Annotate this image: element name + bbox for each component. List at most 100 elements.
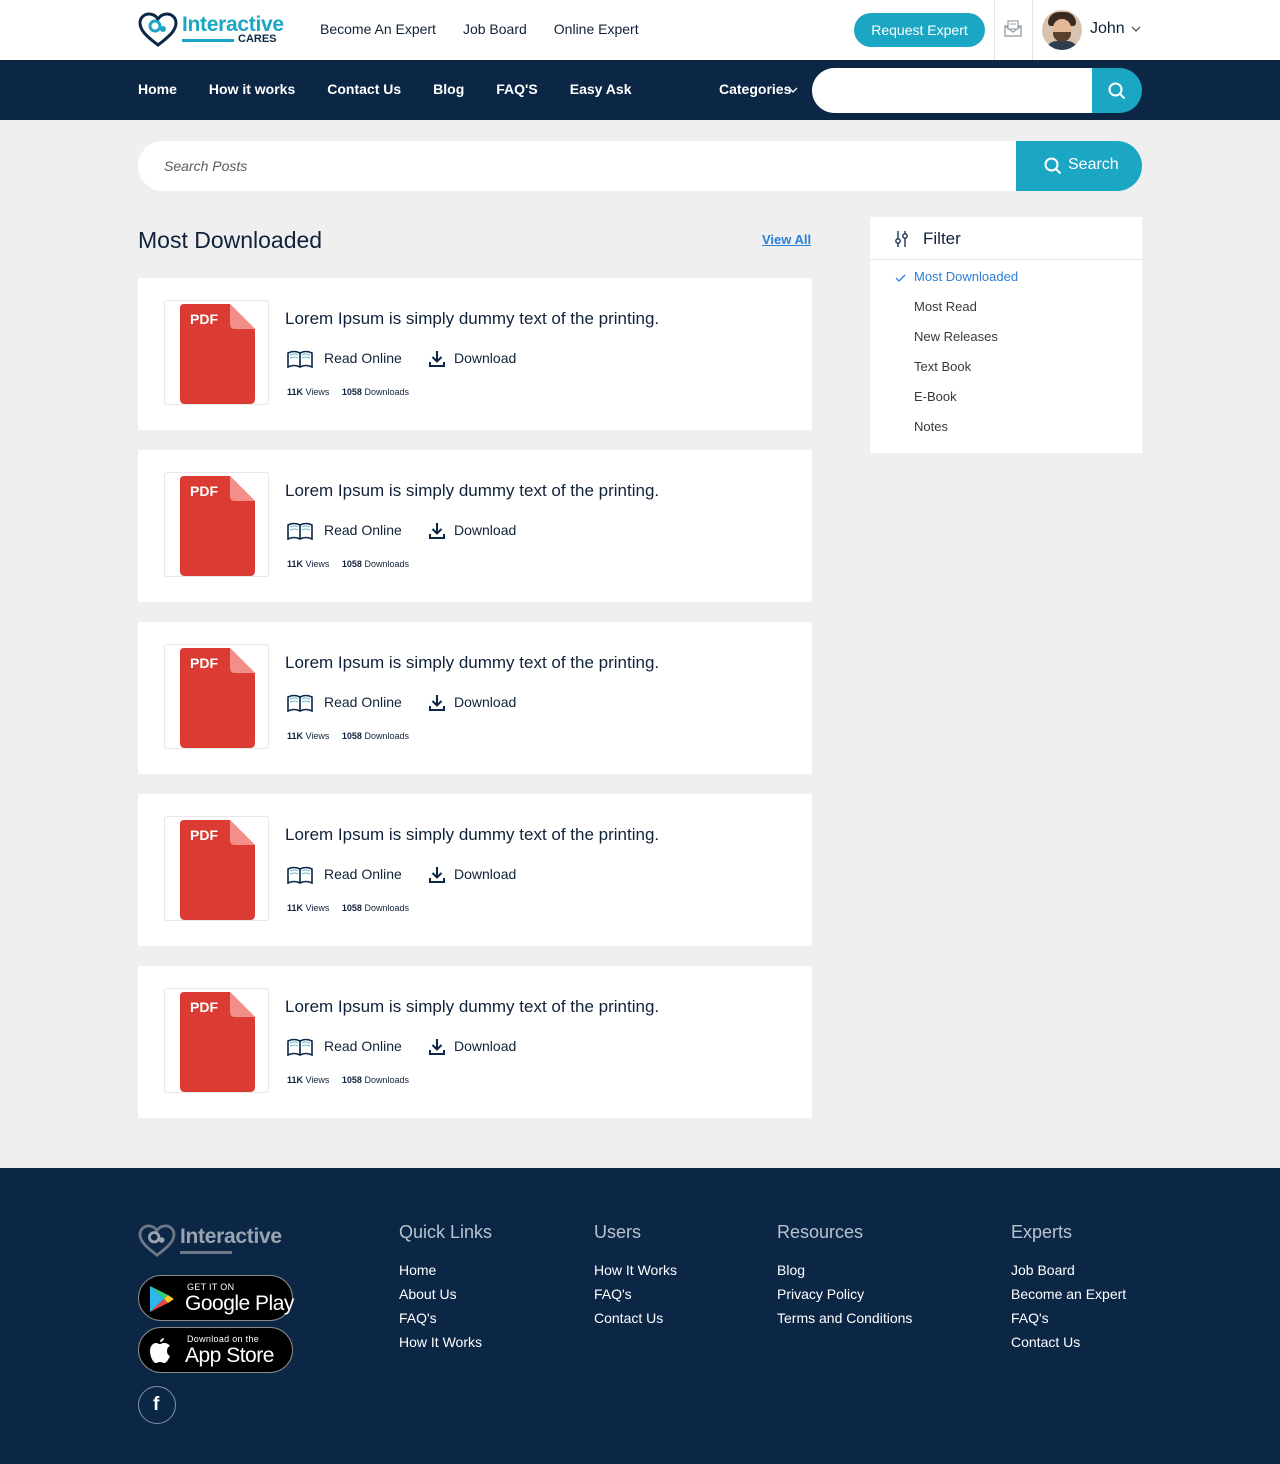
heart-logo-icon (138, 12, 178, 47)
filter-option-notes[interactable]: Notes (914, 419, 948, 434)
document-title[interactable]: Lorem Ipsum is simply dummy text of the … (285, 309, 659, 329)
app-store-button[interactable]: Download on the App Store (138, 1327, 293, 1373)
google-play-big: Google Play (185, 1292, 294, 1315)
download-button[interactable]: Download (454, 522, 516, 538)
nav-easy-ask[interactable]: Easy Ask (570, 81, 632, 97)
footer-link-blog[interactable]: Blog (777, 1258, 912, 1282)
footer-link-contact-us[interactable]: Contact Us (1011, 1330, 1126, 1354)
view-all-link[interactable]: View All (762, 232, 811, 247)
footer-link-how-it-works[interactable]: How It Works (594, 1258, 677, 1282)
filter-option-new-releases[interactable]: New Releases (914, 329, 998, 344)
svg-text:PDF: PDF (190, 827, 218, 843)
views-count: 11K (287, 1075, 304, 1085)
footer-link-contact-us[interactable]: Contact Us (594, 1306, 677, 1330)
nav-search-button[interactable] (1092, 68, 1142, 113)
brand-underline (182, 39, 234, 42)
views-label: Views (305, 903, 330, 913)
user-name[interactable]: John (1090, 20, 1125, 38)
footer-link-become-expert[interactable]: Become an Expert (1011, 1282, 1126, 1306)
download-icon (429, 351, 445, 367)
facebook-icon: f (153, 1394, 160, 1415)
document-title[interactable]: Lorem Ipsum is simply dummy text of the … (285, 997, 659, 1017)
footer-link-faqs[interactable]: FAQ's (1011, 1306, 1126, 1330)
read-online-button[interactable]: Read Online (324, 350, 402, 366)
footer-link-privacy-policy[interactable]: Privacy Policy (777, 1282, 912, 1306)
download-icon (429, 1039, 445, 1055)
pdf-thumbnail[interactable]: PDF (164, 988, 269, 1093)
pdf-thumbnail[interactable]: PDF (164, 300, 269, 405)
views-count: 11K (287, 559, 304, 569)
document-stats: 11K Views 1058 Downloads (287, 559, 409, 569)
request-expert-button[interactable]: Request Expert (854, 13, 985, 47)
nav-search-input[interactable] (812, 68, 1092, 113)
downloads-count: 1058 (341, 1075, 362, 1085)
filter-option-e-book[interactable]: E-Book (914, 389, 957, 404)
footer-link-job-board[interactable]: Job Board (1011, 1258, 1126, 1282)
download-icon (429, 695, 445, 711)
top-link-job-board[interactable]: Job Board (463, 21, 527, 37)
nav-faqs[interactable]: FAQ'S (496, 81, 537, 97)
filter-title: Filter (923, 229, 961, 248)
document-title[interactable]: Lorem Ipsum is simply dummy text of the … (285, 481, 659, 501)
download-button[interactable]: Download (454, 866, 516, 882)
read-online-button[interactable]: Read Online (324, 522, 402, 538)
footer-link-faqs[interactable]: FAQ's (594, 1282, 677, 1306)
categories-dropdown[interactable]: Categories (719, 81, 791, 97)
search-posts-button[interactable]: Search (1016, 141, 1142, 191)
footer-col-title: Users (594, 1222, 642, 1242)
views-label: Views (305, 559, 330, 569)
read-online-button[interactable]: Read Online (324, 694, 402, 710)
read-online-button[interactable]: Read Online (324, 866, 402, 882)
document-card: PDF Lorem Ipsum is simply dummy text of … (138, 450, 812, 602)
nav-blog[interactable]: Blog (433, 81, 464, 97)
download-button[interactable]: Download (454, 1038, 516, 1054)
document-card: PDF Lorem Ipsum is simply dummy text of … (138, 966, 812, 1118)
search-posts-input[interactable] (138, 141, 1016, 191)
document-title[interactable]: Lorem Ipsum is simply dummy text of the … (285, 825, 659, 845)
footer: Interactive GET IT ON Google Play Downlo… (0, 1168, 1280, 1464)
filter-header: Filter (870, 217, 1142, 260)
download-button[interactable]: Download (454, 694, 516, 710)
downloads-count: 1058 (341, 387, 362, 397)
filter-option-text-book[interactable]: Text Book (914, 359, 971, 374)
top-link-online-expert[interactable]: Online Expert (554, 21, 639, 37)
download-icon (429, 523, 445, 539)
filter-option-most-downloaded[interactable]: Most Downloaded (914, 269, 1018, 284)
footer-col-title: Experts (1011, 1222, 1073, 1242)
chevron-down-icon[interactable] (1131, 25, 1141, 33)
read-online-button[interactable]: Read Online (324, 1038, 402, 1054)
filter-option-most-read[interactable]: Most Read (914, 299, 977, 314)
footer-link-how-it-works[interactable]: How It Works (399, 1330, 492, 1354)
views-label: Views (305, 731, 330, 741)
footer-col-title: Resources (777, 1222, 864, 1242)
download-button[interactable]: Download (454, 350, 516, 366)
pdf-thumbnail[interactable]: PDF (164, 472, 269, 577)
brand-logo[interactable]: Interactive CARES (138, 12, 288, 48)
google-play-button[interactable]: GET IT ON Google Play (138, 1275, 294, 1321)
footer-logo[interactable]: Interactive (138, 1224, 288, 1260)
document-card: PDF Lorem Ipsum is simply dummy text of … (138, 794, 812, 946)
downloads-label: Downloads (364, 387, 409, 397)
document-stats: 11K Views 1058 Downloads (287, 1075, 409, 1085)
footer-col-resources: Resources Blog Privacy Policy Terms and … (777, 1222, 912, 1330)
user-avatar[interactable] (1042, 10, 1082, 50)
downloads-label: Downloads (364, 559, 409, 569)
footer-link-home[interactable]: Home (399, 1258, 492, 1282)
document-title[interactable]: Lorem Ipsum is simply dummy text of the … (285, 653, 659, 673)
nav-contact-us[interactable]: Contact Us (327, 81, 401, 97)
footer-link-terms[interactable]: Terms and Conditions (777, 1306, 912, 1330)
nav-home[interactable]: Home (138, 81, 177, 97)
pdf-thumbnail[interactable]: PDF (164, 644, 269, 749)
facebook-button[interactable]: f (138, 1386, 176, 1424)
footer-brand-name: Interactive (180, 1225, 282, 1248)
mail-icon[interactable] (1004, 20, 1022, 38)
footer-link-about-us[interactable]: About Us (399, 1282, 492, 1306)
downloads-label: Downloads (364, 1075, 409, 1085)
chevron-down-icon[interactable] (788, 86, 798, 94)
google-play-icon (150, 1286, 174, 1312)
check-icon (895, 274, 906, 282)
top-link-become-expert[interactable]: Become An Expert (320, 21, 436, 37)
nav-how-it-works[interactable]: How it works (209, 81, 295, 97)
footer-link-faqs[interactable]: FAQ's (399, 1306, 492, 1330)
pdf-thumbnail[interactable]: PDF (164, 816, 269, 921)
